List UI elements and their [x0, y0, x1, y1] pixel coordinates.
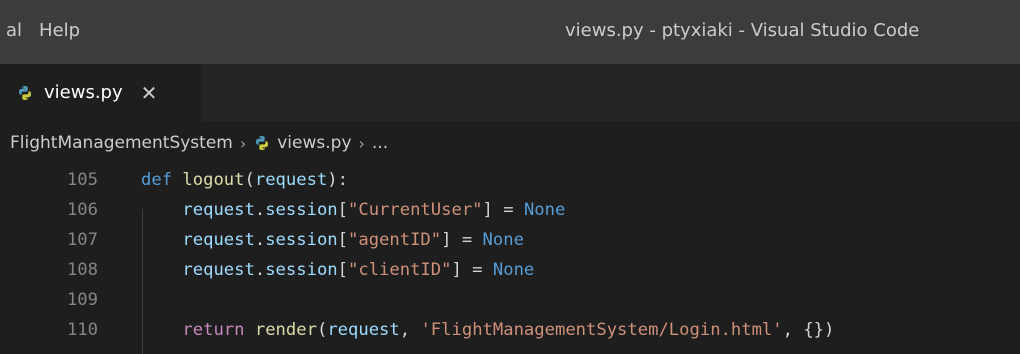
- code-line[interactable]: 110 return render(request, 'FlightManage…: [0, 315, 1020, 345]
- code-token: ] =: [482, 200, 524, 220]
- editor-tab-bar: views.py ✕: [0, 64, 1020, 121]
- code-editor[interactable]: 105 def logout(request): 106 request.sessi…: [0, 165, 1020, 354]
- line-number: 106: [66, 200, 98, 220]
- chevron-right-icon: ›: [239, 133, 247, 153]
- code-token: .: [254, 260, 266, 280]
- code-token: request: [254, 170, 328, 190]
- python-icon: [253, 134, 271, 152]
- window-title: views.py - ptyxiaki - Visual Studio Code: [565, 20, 920, 41]
- code-token: , {}): [782, 320, 835, 340]
- code-text: request.session["CurrentUser"] = None: [141, 195, 565, 225]
- code-token: ] =: [441, 230, 483, 250]
- code-text: def logout(request):: [141, 165, 348, 195]
- tab-label: views.py: [44, 82, 123, 103]
- menu-item-terminal[interactable]: al: [6, 20, 22, 41]
- title-bar: al Help views.py - ptyxiaki - Visual Stu…: [0, 0, 1020, 64]
- menu-item-help[interactable]: Help: [39, 20, 80, 41]
- code-token: .: [254, 200, 266, 220]
- code-token: "agentID": [348, 230, 442, 250]
- code-token: None: [492, 260, 535, 280]
- code-line[interactable]: 105 def logout(request):: [0, 165, 1020, 195]
- code-line[interactable]: 106 request.session["CurrentUser"] = Non…: [0, 195, 1020, 225]
- code-token: session: [265, 260, 338, 280]
- line-number: 109: [66, 290, 98, 310]
- code-token: return: [182, 320, 245, 340]
- code-line[interactable]: 109: [0, 285, 1020, 315]
- code-token: [: [337, 260, 348, 280]
- line-number: 108: [66, 260, 98, 280]
- breadcrumb-more[interactable]: ...: [372, 133, 388, 153]
- code-text: return render(request, 'FlightManagement…: [141, 315, 834, 345]
- line-number: 107: [66, 230, 98, 250]
- breadcrumb: FlightManagementSystem › views.py › ...: [0, 121, 1020, 165]
- code-token: [: [337, 200, 348, 220]
- code-token: render: [254, 320, 317, 340]
- code-token: None: [482, 230, 524, 250]
- code-token: request: [182, 200, 255, 220]
- code-token: "CurrentUser": [348, 200, 483, 220]
- code-token: request: [182, 230, 255, 250]
- line-number: 105: [66, 170, 98, 190]
- chevron-right-icon: ›: [358, 133, 365, 153]
- code-token: session: [265, 230, 338, 250]
- breadcrumb-file-label: views.py: [277, 133, 352, 153]
- breadcrumb-folder[interactable]: FlightManagementSystem: [10, 133, 233, 153]
- code-token: ] =: [451, 260, 493, 280]
- python-icon: [16, 84, 34, 102]
- breadcrumb-file[interactable]: views.py: [253, 133, 352, 153]
- code-token: [: [337, 230, 348, 250]
- code-token: ):: [327, 170, 348, 190]
- menu-bar: al Help: [6, 20, 80, 41]
- close-icon[interactable]: ✕: [141, 81, 158, 105]
- tab-views-py[interactable]: views.py ✕: [0, 64, 201, 121]
- code-token: request: [327, 320, 400, 340]
- line-number: 110: [66, 320, 98, 340]
- code-token: (: [244, 170, 255, 190]
- code-token: ,: [399, 320, 421, 340]
- code-token: (: [316, 320, 328, 340]
- code-token: None: [523, 200, 566, 220]
- code-text: request.session["agentID"] = None: [141, 225, 524, 255]
- code-token: 'FlightManagementSystem/Login.html': [420, 320, 783, 340]
- code-token: "clientID": [348, 260, 452, 280]
- code-token: .: [254, 230, 266, 250]
- code-token: logout: [182, 170, 245, 190]
- code-token: def: [141, 170, 173, 190]
- code-line[interactable]: 108 request.session["clientID"] = None: [0, 255, 1020, 285]
- code-token: session: [265, 200, 338, 220]
- code-text: request.session["clientID"] = None: [141, 255, 534, 285]
- code-line[interactable]: 107 request.session["agentID"] = None: [0, 225, 1020, 255]
- code-token: request: [182, 260, 255, 280]
